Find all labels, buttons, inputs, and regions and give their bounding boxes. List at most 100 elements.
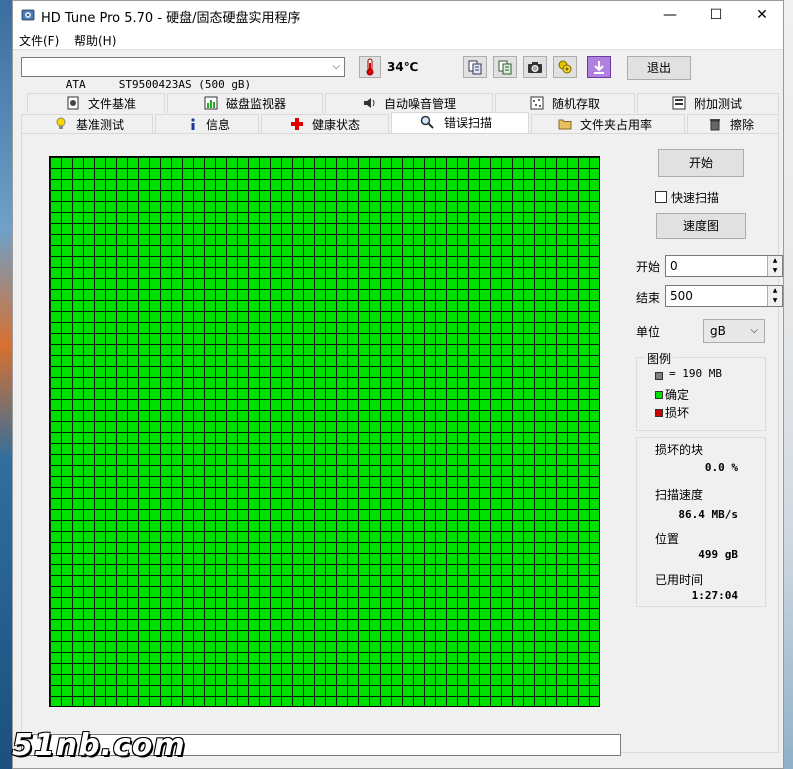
damaged-blocks-value: 0.0 % [704,461,738,474]
temperature-value: 34℃ [387,60,419,74]
legend-block-size: = 190 MB [669,367,722,380]
trash-icon [710,119,720,131]
tab-extra-tests[interactable]: 附加测试 [637,93,779,113]
options-icon [558,60,572,74]
start-position-value: 0 [670,259,678,273]
legend-title: 图例 [645,350,674,367]
legend-ok-swatch [655,391,663,399]
tab-health[interactable]: 健康状态 [261,114,389,134]
app-window: HD Tune Pro 5.70 - 硬盘/固态硬盘实用程序 — ☐ ✕ 文件(… [12,0,784,769]
unit-select-value: gB [710,324,726,338]
tab-label: 信息 [206,118,231,132]
lightbulb-icon [56,117,66,129]
copy-text-icon [498,60,512,75]
info-icon [191,118,195,130]
save-icon [594,61,604,74]
spin-down-icon[interactable]: ▼ [767,296,782,306]
quick-scan-label: 快速扫描 [671,191,720,205]
screenshot-button[interactable] [523,56,547,78]
camera-icon [528,62,542,73]
speaker-icon [364,98,375,108]
bar-chart-icon [204,96,218,110]
tab-label: 基准测试 [76,118,125,132]
chevron-down-icon: ⌵ [332,61,340,72]
spin-up-icon[interactable]: ▲ [767,256,782,266]
exit-button[interactable]: 退出 [627,56,691,80]
tab-folder-usage[interactable]: 文件夹占用率 [531,114,685,134]
temperature-button[interactable] [359,56,381,78]
elapsed-time-label: 已用时间 [655,573,704,587]
copy-info-icon [468,60,482,75]
scan-speed-label: 扫描速度 [655,488,704,502]
drive-select-value: ATA ST9500423AS (500 gB) [65,78,252,91]
speed-map-button[interactable]: 速度图 [656,213,746,239]
unit-select[interactable]: gB ⌵ [703,319,765,343]
tab-label: 磁盘监视器 [226,97,287,111]
scan-speed-value: 86.4 MB/s [678,508,738,521]
tab-label: 文件基准 [88,97,137,111]
position-value: 499 gB [698,548,738,561]
position-label: 位置 [655,532,680,546]
maximize-icon: ☐ [709,7,723,23]
file-benchmark-icon [67,96,79,110]
legend-block-swatch [655,372,663,380]
spin-up-icon[interactable]: ▲ [767,286,782,296]
tab-aam[interactable]: 自动噪音管理 [325,93,493,113]
unit-label: 单位 [636,325,661,339]
thermometer-icon [366,58,374,76]
tab-erase[interactable]: 擦除 [687,114,779,134]
app-logo-icon [21,9,35,21]
tab-error-scan[interactable]: 错误扫描 [391,112,529,134]
copy-text-button[interactable] [493,56,517,78]
menu-help[interactable]: 帮助(H) [74,32,116,49]
close-button[interactable]: ✕ [739,1,785,29]
tab-label: 健康状态 [312,118,361,132]
options-button[interactable] [553,56,577,78]
tab-info[interactable]: 信息 [155,114,259,134]
end-position-value: 500 [670,289,693,303]
minimize-button[interactable]: — [647,1,693,29]
tab-label: 随机存取 [552,97,601,111]
end-position-field[interactable]: 500 ▲ ▼ [665,285,783,307]
tab-file-benchmark[interactable]: 文件基准 [27,93,165,113]
legend-ok-label: 确定 [665,388,690,402]
menu-file[interactable]: 文件(F) [19,32,59,49]
save-button[interactable] [587,56,611,78]
tab-row-bottom: 基准测试 信息 健康状态 错误扫描 文件夹占用率 擦除 [21,112,779,134]
start-position-field[interactable]: 0 ▲ ▼ [665,255,783,277]
title-bar[interactable]: HD Tune Pro 5.70 - 硬盘/固态硬盘实用程序 — ☐ ✕ [13,1,783,29]
chevron-down-icon: ⌵ [750,325,758,336]
toolbar: ATA ST9500423AS (500 gB) ⌵ 34℃ 退出 [13,51,783,91]
tab-label: 附加测试 [694,97,743,111]
drive-select[interactable]: ATA ST9500423AS (500 gB) ⌵ [21,57,345,91]
tab-disk-monitor[interactable]: 磁盘监视器 [167,93,323,113]
folder-icon [558,119,572,130]
maximize-button[interactable]: ☐ [693,1,739,29]
close-icon: ✕ [756,7,768,23]
tab-label: 自动噪音管理 [384,97,457,111]
damaged-blocks-label: 损坏的块 [655,443,704,457]
menu-bar: 文件(F) 帮助(H) [13,29,783,50]
tab-benchmark[interactable]: 基准测试 [21,114,153,134]
random-access-icon [530,96,544,110]
tab-label: 错误扫描 [444,116,493,130]
quick-scan-checkbox[interactable] [655,191,667,203]
legend-damaged-label: 损坏 [665,406,690,420]
start-position-label: 开始 [636,260,661,274]
copy-info-button[interactable] [463,56,487,78]
end-position-label: 结束 [636,291,661,305]
health-cross-icon [291,118,303,130]
tab-label: 擦除 [730,118,755,132]
magnifier-icon [420,115,434,129]
spin-down-icon[interactable]: ▼ [767,266,782,276]
start-button[interactable]: 开始 [658,149,744,177]
elapsed-time-value: 1:27:04 [691,589,738,602]
tab-row-top: 文件基准 磁盘监视器 自动噪音管理 随机存取 附加测试 [21,93,779,113]
tab-random-access[interactable]: 随机存取 [495,93,635,113]
tab-label: 文件夹占用率 [580,118,653,132]
watermark-logo: 51nb.com [12,728,186,763]
block-map [49,156,600,707]
extra-tests-icon [672,96,686,110]
window-title: HD Tune Pro 5.70 - 硬盘/固态硬盘实用程序 [41,11,301,26]
legend-damaged-swatch [655,409,663,417]
